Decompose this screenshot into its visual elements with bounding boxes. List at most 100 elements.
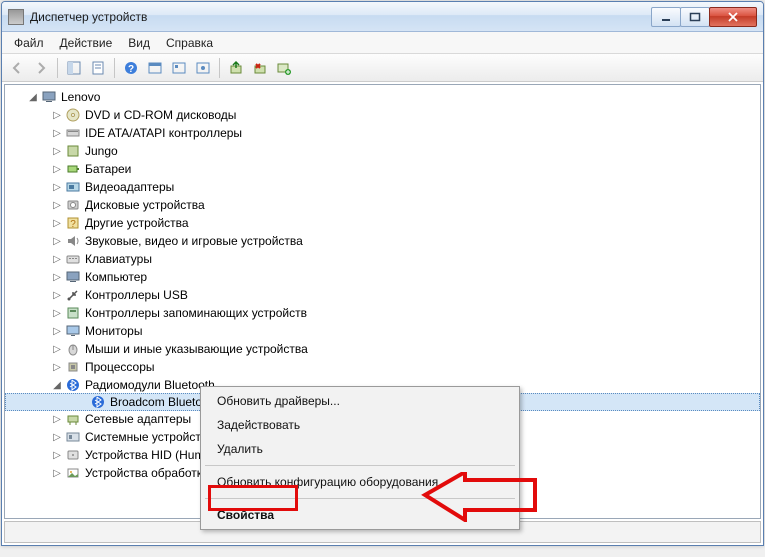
tree-category[interactable]: ▷ Батареи: [5, 160, 760, 178]
ctx-separator: [205, 465, 515, 466]
other-icon: ?: [65, 215, 81, 231]
category-label: Контроллеры USB: [85, 288, 188, 302]
ctx-scan-hardware[interactable]: Обновить конфигурацию оборудования: [203, 470, 517, 494]
category-label: IDE ATA/ATAPI контроллеры: [85, 126, 242, 140]
expand-icon[interactable]: ▷: [51, 361, 63, 373]
toolbar-separator: [114, 58, 115, 78]
tree-category[interactable]: ▷ Мониторы: [5, 322, 760, 340]
disc-icon: [65, 107, 81, 123]
category-label: Радиомодули Bluetooth: [85, 378, 215, 392]
ctx-enable[interactable]: Задействовать: [203, 413, 517, 437]
category-label: Звуковые, видео и игровые устройства: [85, 234, 303, 248]
tree-category[interactable]: ▷ Компьютер: [5, 268, 760, 286]
tree-category[interactable]: ▷ Дисковые устройства: [5, 196, 760, 214]
update-driver-button[interactable]: [225, 57, 247, 79]
keyboard-icon: [65, 251, 81, 267]
category-label: Дисковые устройства: [85, 198, 205, 212]
expand-icon[interactable]: ▷: [51, 217, 63, 229]
tree-category[interactable]: ▷ Мыши и иные указывающие устройства: [5, 340, 760, 358]
menu-file[interactable]: Файл: [6, 33, 52, 53]
net-icon: [65, 411, 81, 427]
ctx-delete[interactable]: Удалить: [203, 437, 517, 461]
app-icon: [8, 9, 24, 25]
toolbar-separator: [57, 58, 58, 78]
tree-category[interactable]: ▷ Клавиатуры: [5, 250, 760, 268]
category-label: Мыши и иные указывающие устройства: [85, 342, 308, 356]
ctx-properties[interactable]: Свойства: [203, 503, 517, 527]
expand-icon[interactable]: ▷: [51, 181, 63, 193]
hid-icon: [65, 447, 81, 463]
titlebar: Диспетчер устройств: [2, 2, 763, 32]
properties-button[interactable]: [87, 57, 109, 79]
category-label: Мониторы: [85, 324, 142, 338]
expand-icon[interactable]: ▷: [51, 145, 63, 157]
cpu-icon: [65, 359, 81, 375]
ctx-update-drivers[interactable]: Обновить драйверы...: [203, 389, 517, 413]
tree-category[interactable]: ▷ DVD и CD-ROM дисководы: [5, 106, 760, 124]
tree-category[interactable]: ▷ Процессоры: [5, 358, 760, 376]
bluetooth-icon: [90, 394, 106, 410]
collapse-icon[interactable]: ◢: [27, 91, 39, 103]
uninstall-button[interactable]: [249, 57, 271, 79]
tree-category[interactable]: ▷ Контроллеры USB: [5, 286, 760, 304]
expand-icon[interactable]: ▷: [51, 467, 63, 479]
root-label: Lenovo: [61, 90, 100, 104]
expand-icon[interactable]: ▷: [51, 199, 63, 211]
expand-icon[interactable]: ▷: [51, 235, 63, 247]
storage-icon: [65, 305, 81, 321]
show-hide-tree-button[interactable]: [63, 57, 85, 79]
tool-icon[interactable]: [168, 57, 190, 79]
tree-category[interactable]: ▷? Другие устройства: [5, 214, 760, 232]
tool-icon[interactable]: [192, 57, 214, 79]
tree-category[interactable]: ▷Контроллеры запоминающих устройств: [5, 304, 760, 322]
collapse-icon[interactable]: ◢: [51, 379, 63, 391]
usb-icon: [65, 287, 81, 303]
forward-button[interactable]: [30, 57, 52, 79]
expand-icon[interactable]: ▷: [51, 431, 63, 443]
tree-root[interactable]: ◢ Lenovo: [5, 88, 760, 106]
expand-icon[interactable]: ▷: [51, 325, 63, 337]
menu-action[interactable]: Действие: [52, 33, 121, 53]
expand-icon[interactable]: ▷: [51, 449, 63, 461]
category-label: Батареи: [85, 162, 131, 176]
expand-icon[interactable]: ▷: [51, 343, 63, 355]
image-icon: [65, 465, 81, 481]
expand-icon[interactable]: ▷: [51, 163, 63, 175]
expand-icon[interactable]: ▷: [51, 413, 63, 425]
menu-help[interactable]: Справка: [158, 33, 221, 53]
tree-category[interactable]: ▷ Звуковые, видео и игровые устройства: [5, 232, 760, 250]
back-button[interactable]: [6, 57, 28, 79]
expand-icon[interactable]: ▷: [51, 127, 63, 139]
scan-hardware-button[interactable]: [273, 57, 295, 79]
menubar: Файл Действие Вид Справка: [2, 32, 763, 54]
close-button[interactable]: [709, 7, 757, 27]
menu-view[interactable]: Вид: [120, 33, 158, 53]
help-button[interactable]: ?: [120, 57, 142, 79]
computer-icon: [41, 89, 57, 105]
battery-icon: [65, 161, 81, 177]
expand-icon[interactable]: ▷: [51, 271, 63, 283]
category-label: DVD и CD-ROM дисководы: [85, 108, 236, 122]
expand-icon[interactable]: ▷: [51, 253, 63, 265]
minimize-button[interactable]: [651, 7, 681, 27]
ctx-separator: [205, 498, 515, 499]
ide-icon: [65, 125, 81, 141]
tree-category[interactable]: ▷Видеоадаптеры: [5, 178, 760, 196]
sys-icon: [65, 429, 81, 445]
category-label: Компьютер: [85, 270, 147, 284]
expand-icon[interactable]: ▷: [51, 289, 63, 301]
tree-category[interactable]: ▷ Jungo: [5, 142, 760, 160]
expand-icon[interactable]: ▷: [51, 109, 63, 121]
category-label: Jungo: [85, 144, 118, 158]
category-label: Другие устройства: [85, 216, 189, 230]
window-buttons: [652, 7, 757, 27]
svg-text:?: ?: [70, 219, 76, 230]
device-manager-window: Диспетчер устройств Файл Действие Вид Сп…: [1, 1, 764, 546]
category-label: Клавиатуры: [85, 252, 152, 266]
maximize-button[interactable]: [680, 7, 710, 27]
tree-category[interactable]: ▷ IDE ATA/ATAPI контроллеры: [5, 124, 760, 142]
svg-text:?: ?: [128, 64, 134, 75]
category-label: Процессоры: [85, 360, 155, 374]
tool-icon[interactable]: [144, 57, 166, 79]
expand-icon[interactable]: ▷: [51, 307, 63, 319]
